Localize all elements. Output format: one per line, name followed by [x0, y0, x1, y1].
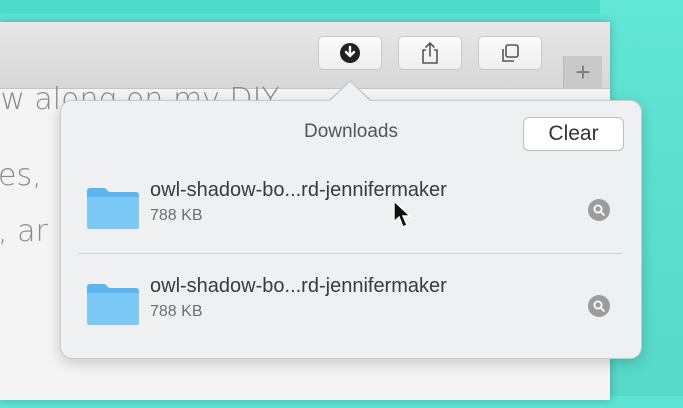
- browser-toolbar: +: [0, 22, 610, 89]
- tab-overview-icon: [502, 44, 519, 62]
- download-arrow-icon: [340, 43, 360, 63]
- popover-arrow: [330, 82, 370, 101]
- downloads-button[interactable]: [318, 36, 382, 70]
- download-item[interactable]: owl-shadow-bo...rd-jennifermaker 788 KB: [61, 171, 641, 255]
- folder-icon: [87, 284, 139, 325]
- new-tab-button[interactable]: +: [563, 56, 602, 88]
- page-text-line: es,: [0, 158, 42, 193]
- download-size: 788 KB: [150, 303, 203, 320]
- background-strip: [0, 0, 683, 14]
- share-icon: [422, 41, 438, 64]
- magnifier-icon[interactable]: [588, 199, 610, 221]
- download-filename: owl-shadow-bo...rd-jennifermaker: [150, 179, 447, 201]
- magnifier-icon[interactable]: [588, 295, 610, 317]
- new-tab-label: +: [575, 56, 591, 87]
- page-text-line: , ar: [0, 214, 48, 249]
- folder-icon: [87, 188, 139, 229]
- item-divider: [79, 253, 623, 254]
- clear-button[interactable]: Clear: [523, 117, 624, 151]
- tab-overview-button[interactable]: [478, 36, 542, 70]
- download-filename: owl-shadow-bo...rd-jennifermaker: [150, 275, 447, 297]
- download-size: 788 KB: [150, 207, 203, 224]
- download-item[interactable]: owl-shadow-bo...rd-jennifermaker 788 KB: [61, 267, 641, 351]
- downloads-popover: Downloads Clear owl-shadow-bo...rd-jenni…: [60, 100, 642, 359]
- share-button[interactable]: [398, 36, 462, 70]
- mouse-cursor-icon: [393, 200, 412, 228]
